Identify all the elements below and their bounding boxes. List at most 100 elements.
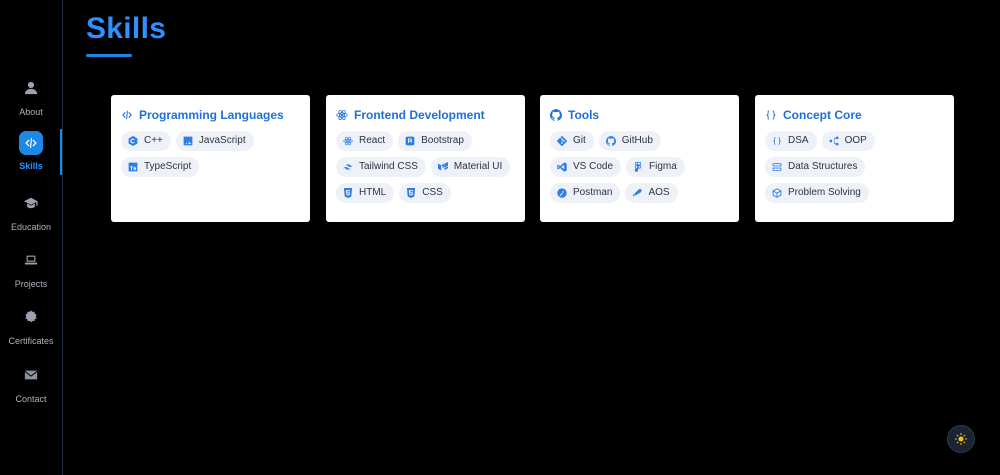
chip-label: Figma [649,161,677,172]
chip-label: VS Code [573,161,614,172]
active-indicator [60,129,62,175]
skill-chip: GitHub [598,131,661,151]
skill-card-tools: Tools Git GitHub VS Code Figma Postman A… [540,95,739,222]
git-icon [557,136,567,146]
card-title: Programming Languages [139,108,284,122]
chip-label: C++ [144,135,163,146]
sidebar-item-about[interactable]: About [0,77,62,117]
chip-label: JavaScript [198,135,246,146]
chip-label: TypeScript [144,161,192,172]
chip-label: Problem Solving [788,187,861,198]
sidebar-item-certificates[interactable]: Certificates [0,306,62,346]
chip-label: React [359,135,386,146]
skill-chip: OOP [821,131,875,151]
tailwind-icon [343,164,353,170]
theme-toggle-button[interactable] [947,425,975,453]
skill-chip: DSA [765,131,817,151]
sun-icon [955,433,967,445]
html-icon [343,188,353,198]
chip-label: Material UI [453,161,503,172]
user-icon [20,77,42,99]
cpp-icon [128,136,138,146]
sidebar-item-label: Education [10,222,52,232]
chip-list: Git GitHub VS Code Figma Postman AOS [550,131,729,203]
badge-icon [20,306,42,328]
chip-label: Data Structures [788,161,858,172]
skill-card-concept-core: Concept Core DSA OOP Data Structures Pro… [755,95,954,222]
sidebar-item-projects[interactable]: Projects [0,249,62,289]
nodes-icon [829,136,838,146]
sidebar-item-label: Skills [19,161,43,171]
sidebar-item-label: Certificates [8,336,54,346]
card-header: Concept Core [765,108,944,122]
chip-list: C++ JavaScript TypeScript [121,131,300,177]
graduation-cap-icon [20,192,42,214]
react-icon [336,109,348,121]
chip-label: HTML [359,187,387,198]
envelope-icon [20,364,42,386]
skill-chip: TypeScript [121,157,200,177]
braces-icon [773,137,781,145]
chip-label: GitHub [621,135,653,146]
skill-chip: React [336,131,394,151]
chip-label: Tailwind CSS [359,161,418,172]
layers-icon [772,163,782,171]
skill-card-programming-languages: Programming Languages C++ JavaScript Typ… [111,95,310,222]
skill-chip: Data Structures [765,157,866,177]
sidebar-item-education[interactable]: Education [0,192,62,232]
chip-list: React Bootstrap Tailwind CSS Material UI… [336,131,515,203]
chip-label: DSA [788,135,809,146]
sidebar-item-contact[interactable]: Contact [0,364,62,404]
skill-chip: CSS [399,183,451,203]
skill-chip: VS Code [550,157,622,177]
chip-list: DSA OOP Data Structures Problem Solving [765,131,944,203]
laptop-icon [20,249,42,271]
sidebar-item-skills[interactable]: Skills [0,131,62,171]
card-header: Tools [550,108,729,122]
chip-label: Git [573,135,586,146]
skill-chip: C++ [121,131,171,151]
css-icon [407,188,416,198]
skill-chip: JavaScript [175,131,254,151]
sidebar-item-label: Contact [15,394,47,404]
github-icon [550,109,562,121]
chip-label: AOS [648,187,670,198]
github-icon [605,136,616,146]
sidebar-item-label: Projects [14,279,48,289]
vscode-icon [557,162,567,172]
card-title: Frontend Development [354,108,485,122]
code-icon [122,110,132,120]
skill-chip: AOS [625,183,678,203]
material-ui-icon [437,162,448,171]
card-title: Concept Core [783,108,862,122]
figma-icon [634,162,642,172]
card-title: Tools [568,108,600,122]
skill-card-frontend-development: Frontend Development React Bootstrap Tai… [326,95,525,222]
sidebar-item-label: About [19,107,43,117]
skill-chip: HTML [336,183,395,203]
bootstrap-icon [405,136,415,146]
code-icon [19,131,43,155]
javascript-icon [183,136,193,146]
postman-icon [557,188,567,198]
sidebar-nav: About Skills Education Projects Certific… [0,0,63,475]
skill-chip: Bootstrap [398,131,472,151]
skill-chip: Git [550,131,594,151]
card-header: Programming Languages [121,108,300,122]
title-underline [86,54,132,57]
skill-chip: Tailwind CSS [336,157,426,177]
skill-chip: Problem Solving [765,183,869,203]
typescript-icon [128,162,138,172]
cube-icon [772,188,782,198]
card-header: Frontend Development [336,108,515,122]
page-title: Skills [86,12,167,45]
react-icon [343,136,353,146]
chip-label: CSS [422,187,443,198]
skill-chip: Material UI [430,157,511,177]
chip-label: Postman [573,187,613,198]
skill-chip: Figma [626,157,685,177]
aos-icon [633,189,643,197]
braces-icon [766,110,776,120]
chip-label: Bootstrap [421,135,464,146]
chip-label: OOP [844,135,867,146]
